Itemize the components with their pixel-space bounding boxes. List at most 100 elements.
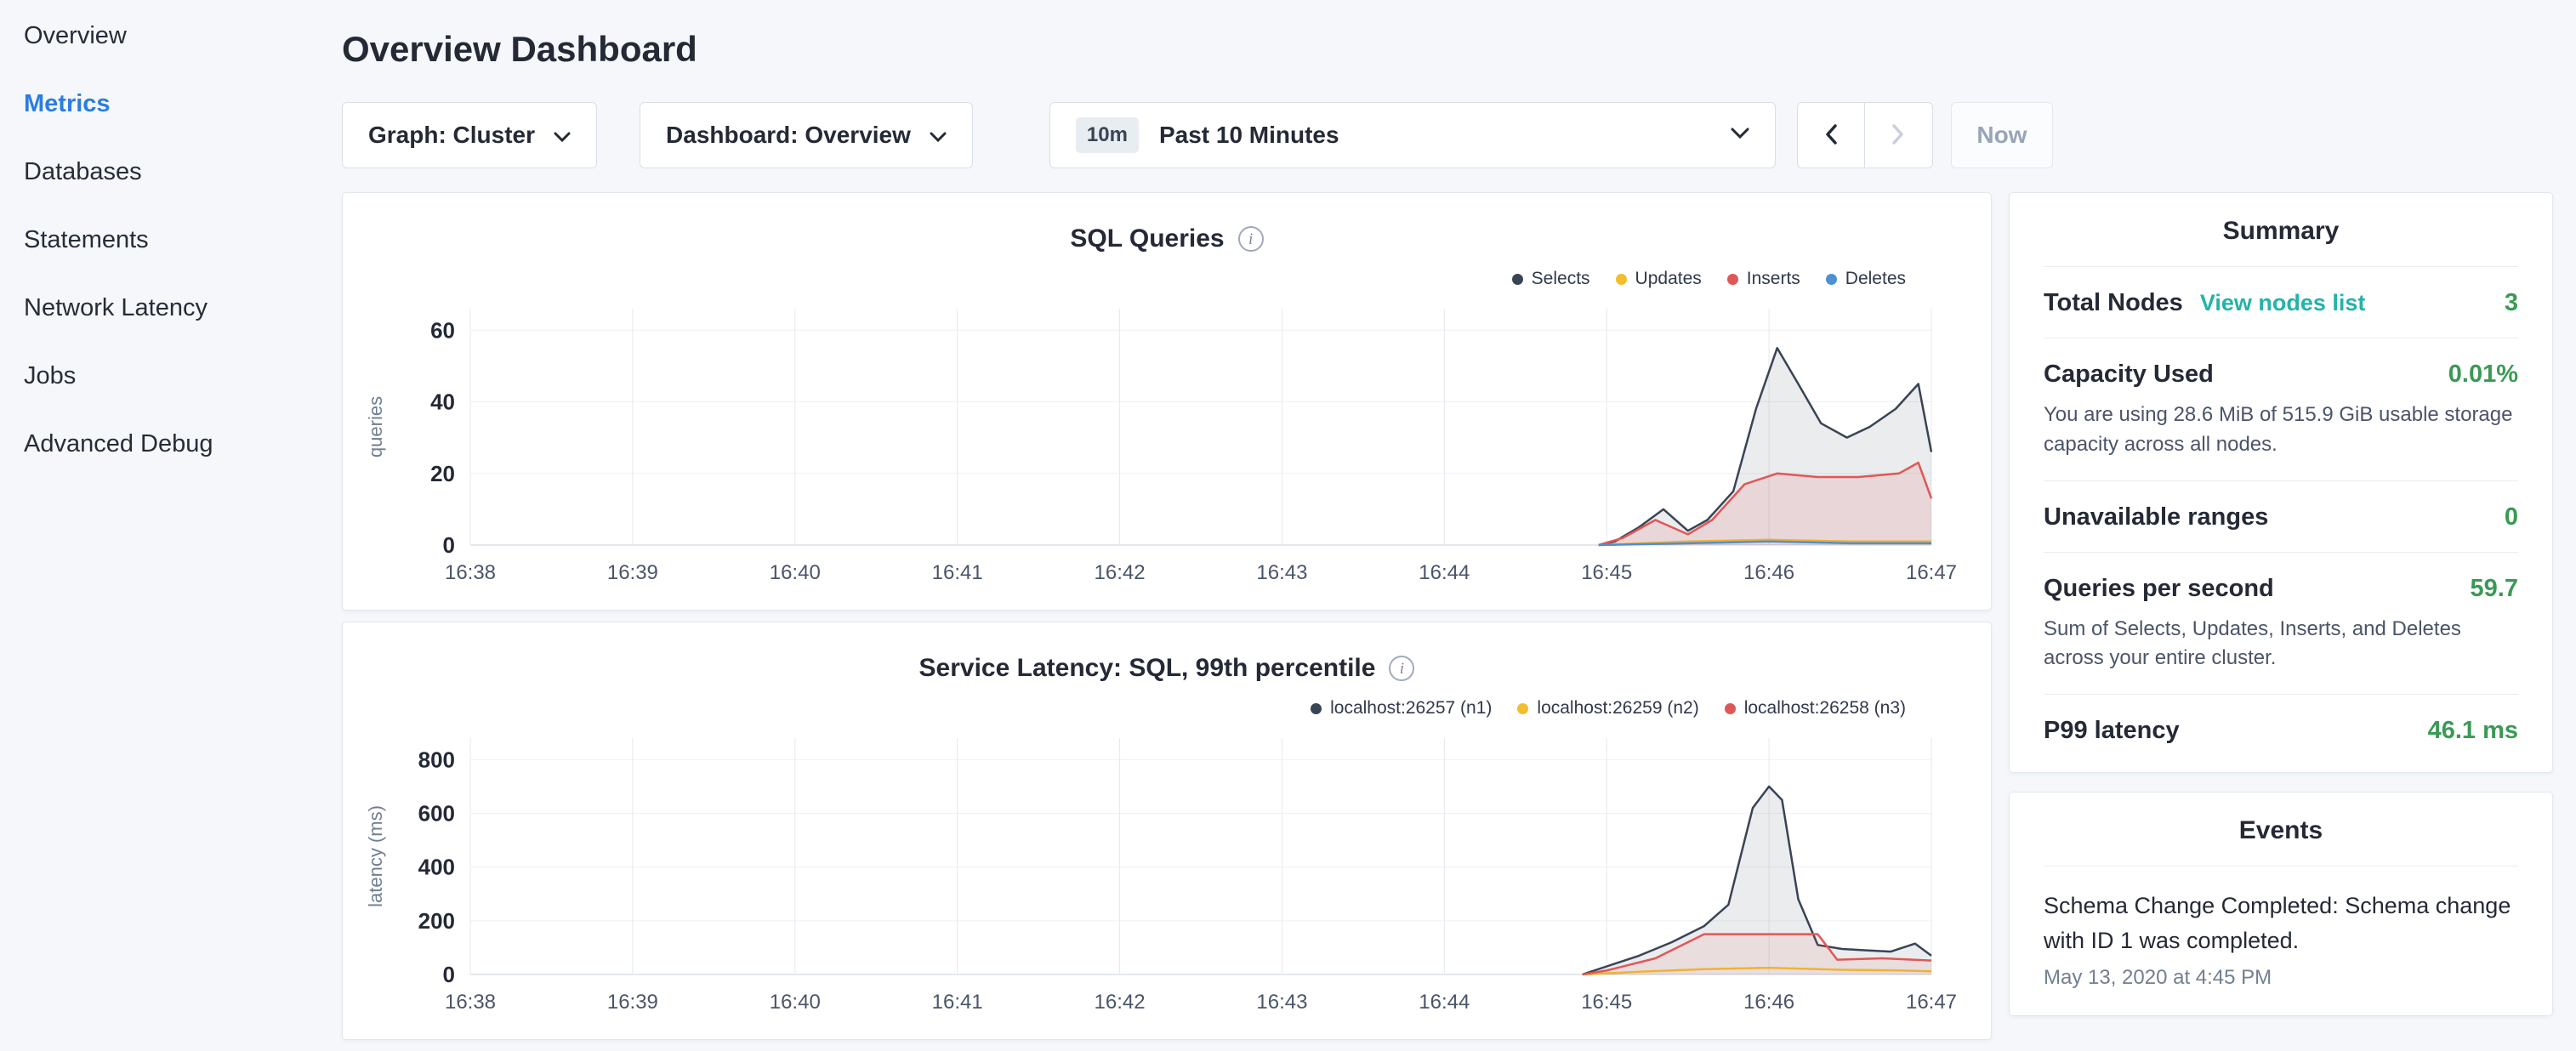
event-timestamp: May 13, 2020 at 4:45 PM	[2044, 966, 2518, 990]
x-tick-label: 16:44	[1419, 561, 1470, 584]
y-tick-label: 600	[418, 801, 455, 827]
x-tick-label: 16:46	[1743, 561, 1794, 584]
summary-rows: Total Nodes View nodes list 3 Capacity Used…	[2044, 267, 2518, 765]
sidebar-item-metrics[interactable]: Metrics	[0, 70, 340, 138]
chevron-left-icon	[1823, 123, 1839, 148]
summary-row-top: Unavailable ranges 0	[2044, 503, 2518, 531]
x-tick-label: 16:46	[1743, 991, 1794, 1014]
summary-label: Capacity Used	[2044, 361, 2214, 389]
chart-title: Service Latency: SQL, 99th percentile	[919, 654, 1376, 683]
sidebar-item-databases[interactable]: Databases	[0, 138, 340, 206]
events-title: Events	[2044, 793, 2518, 866]
app-root: OverviewMetricsDatabasesStatementsNetwor…	[0, 0, 2576, 1051]
x-tick-label: 16:47	[1906, 991, 1957, 1014]
info-icon[interactable]: i	[1389, 656, 1414, 681]
legend-dot	[1727, 274, 1738, 285]
x-tick-label: 16:38	[445, 991, 496, 1014]
summary-label: P99 latency	[2044, 717, 2180, 745]
y-tick-label: 800	[418, 747, 455, 772]
summary-label: Total Nodes	[2044, 289, 2183, 317]
summary-row-top: Total Nodes View nodes list 3	[2044, 289, 2518, 317]
summary-row-top: Capacity Used0.01%	[2044, 361, 2518, 389]
next-timerange-button[interactable]	[1865, 102, 1933, 168]
summary-value: 46.1 ms	[2428, 717, 2518, 745]
y-tick-label: 0	[443, 962, 455, 987]
chart-plot-area: 020406016:3816:3916:4016:4116:4216:4316:…	[343, 297, 1991, 593]
chart-legend: Selects Updates Inserts Deletes	[343, 261, 1991, 297]
summary-label: Unavailable ranges	[2044, 503, 2268, 531]
chevron-right-icon	[1891, 123, 1906, 148]
legend-label: Inserts	[1747, 269, 1800, 289]
chart-svg: 020406016:3816:3916:4016:4116:4216:4316:…	[343, 297, 1993, 593]
legend-label: localhost:26258 (n3)	[1744, 698, 1906, 719]
sidebar-item-statements[interactable]: Statements	[0, 206, 340, 274]
legend-label: Updates	[1635, 269, 1702, 289]
legend-item[interactable]: localhost:26258 (n3)	[1725, 698, 1906, 719]
x-tick-label: 16:41	[932, 991, 983, 1014]
legend-item[interactable]: Updates	[1616, 269, 1702, 289]
summary-row: Unavailable ranges 0	[2044, 481, 2518, 553]
side-column: Summary Total Nodes View nodes list 3 Capac…	[2009, 192, 2553, 1016]
legend-dot	[1311, 703, 1322, 714]
summary-row: Queries per second59.7 Sum of Selects, Up…	[2044, 553, 2518, 696]
x-tick-label: 16:42	[1095, 991, 1146, 1014]
x-tick-label: 16:41	[932, 561, 983, 584]
legend-dot	[1826, 274, 1837, 285]
x-tick-label: 16:39	[607, 991, 658, 1014]
summary-row-top: P99 latency 46.1 ms	[2044, 717, 2518, 745]
sidebar-item-overview[interactable]: Overview	[0, 2, 340, 70]
sidebar-item-network-latency[interactable]: Network Latency	[0, 274, 340, 342]
chart-header: Service Latency: SQL, 99th percentile i	[343, 646, 1991, 690]
timerange-dropdown[interactable]: 10m Past 10 Minutes	[1049, 102, 1776, 168]
y-tick-label: 200	[418, 908, 455, 934]
legend-label: Deletes	[1845, 269, 1906, 289]
chart-header: SQL Queries i	[343, 217, 1991, 261]
graph-dropdown[interactable]: Graph: Cluster	[342, 102, 597, 168]
timerange-pager	[1797, 102, 1933, 168]
y-tick-label: 0	[443, 532, 455, 558]
x-tick-label: 16:47	[1906, 561, 1957, 584]
legend-item[interactable]: localhost:26259 (n2)	[1517, 698, 1698, 719]
event-text: Schema Change Completed: Schema change w…	[2044, 889, 2518, 957]
legend-dot	[1517, 703, 1528, 714]
summary-description: Sum of Selects, Updates, Inserts, and De…	[2044, 615, 2518, 674]
y-tick-label: 400	[418, 855, 455, 880]
events-list: Schema Change Completed: Schema change w…	[2044, 866, 2518, 990]
x-tick-label: 16:38	[445, 561, 496, 584]
timerange-badge: 10m	[1076, 117, 1139, 153]
dashboard-content: SQL Queries i Selects Updates Inserts Delet…	[342, 192, 2554, 1051]
dashboard-dropdown-label: Dashboard: Overview	[666, 122, 911, 149]
graph-dropdown-label: Graph: Cluster	[368, 122, 535, 149]
legend-item[interactable]: Selects	[1512, 269, 1590, 289]
charts-column: SQL Queries i Selects Updates Inserts Delet…	[342, 192, 1992, 1051]
controls-bar: Graph: Cluster Dashboard: Overview 10m P…	[342, 102, 2554, 168]
chart-legend: localhost:26257 (n1) localhost:26259 (n2)…	[343, 690, 1991, 726]
previous-timerange-button[interactable]	[1797, 102, 1865, 168]
summary-value: 0	[2505, 503, 2518, 531]
legend-item[interactable]: localhost:26257 (n1)	[1311, 698, 1492, 719]
dashboard-dropdown[interactable]: Dashboard: Overview	[640, 102, 973, 168]
summary-row: Capacity Used0.01%You are using 28.6 MiB…	[2044, 338, 2518, 481]
legend-item[interactable]: Inserts	[1727, 269, 1800, 289]
legend-label: localhost:26257 (n1)	[1330, 698, 1492, 719]
summary-title: Summary	[2044, 193, 2518, 267]
now-button[interactable]: Now	[1951, 102, 2053, 168]
sql-queries-chart-card: SQL Queries i Selects Updates Inserts Delet…	[342, 192, 1992, 611]
summary-value: 59.7	[2471, 575, 2518, 603]
x-tick-label: 16:43	[1256, 561, 1307, 584]
events-panel: Events Schema Change Completed: Schema c…	[2009, 792, 2553, 1016]
view-nodes-list-link[interactable]: View nodes list	[2200, 290, 2366, 316]
legend-dot	[1512, 274, 1523, 285]
sidebar-item-jobs[interactable]: Jobs	[0, 342, 340, 410]
x-tick-label: 16:45	[1581, 561, 1632, 584]
info-icon[interactable]: i	[1238, 226, 1264, 252]
y-tick-label: 40	[430, 389, 455, 415]
summary-value: 3	[2505, 289, 2518, 317]
chevron-down-icon	[554, 122, 571, 149]
sidebar-nav: OverviewMetricsDatabasesStatementsNetwor…	[0, 0, 340, 1051]
sidebar-item-advanced-debug[interactable]: Advanced Debug	[0, 410, 340, 478]
summary-row-top: Queries per second59.7	[2044, 575, 2518, 603]
x-tick-label: 16:40	[770, 561, 821, 584]
legend-dot	[1616, 274, 1627, 285]
legend-item[interactable]: Deletes	[1826, 269, 1906, 289]
